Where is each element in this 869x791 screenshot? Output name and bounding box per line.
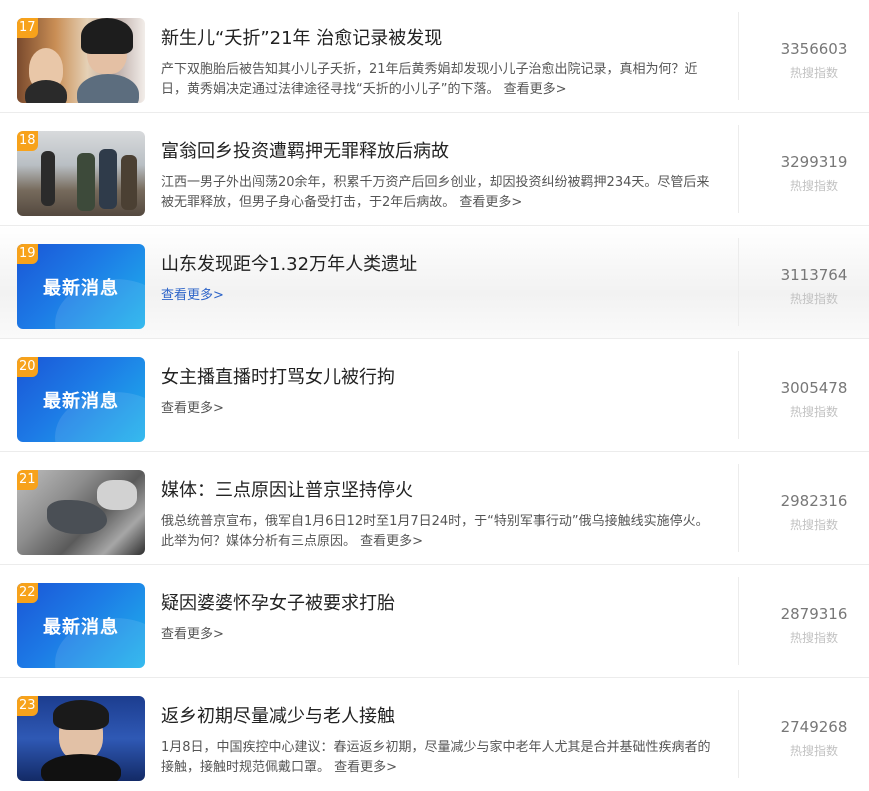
- item-title[interactable]: 返乡初期尽量减少与老人接触: [161, 702, 395, 728]
- rank-badge: 20: [17, 357, 38, 377]
- divider: [738, 238, 739, 326]
- list-item[interactable]: 23 返乡初期尽量减少与老人接触 1月8日，中国疾控中心建议：春运返乡初期，尽量…: [0, 678, 869, 791]
- divider: [738, 12, 739, 100]
- more-link[interactable]: 查看更多>: [161, 288, 224, 303]
- hot-score-label: 热搜指数: [789, 744, 838, 758]
- hot-score-label: 热搜指数: [789, 179, 838, 193]
- divider: [738, 690, 739, 778]
- hot-score: 3005478: [780, 379, 848, 397]
- thumbnail-text: 最新消息: [43, 278, 119, 299]
- list-item[interactable]: 最新消息 19 山东发现距今1.32万年人类遗址 查看更多> 3113764 热…: [0, 226, 869, 339]
- divider: [738, 577, 739, 665]
- item-description: 江西一男子外出闯荡20余年，积累千万资产后回乡创业，却因投资纠纷被羁押234天。…: [161, 173, 713, 213]
- hot-score: 2879316: [780, 605, 848, 623]
- divider: [738, 464, 739, 552]
- rank-badge: 18: [17, 131, 38, 151]
- hot-score: 3113764: [780, 266, 848, 284]
- thumbnail-text: 最新消息: [43, 391, 119, 412]
- news-thumbnail[interactable]: 17: [17, 18, 145, 103]
- hot-score-label: 热搜指数: [789, 66, 838, 80]
- list-item[interactable]: 17 新生儿“夭折”21年 治愈记录被发现 产下双胞胎后被告知其小儿子夭折，21…: [0, 0, 869, 113]
- item-description: 查看更多>: [161, 286, 713, 306]
- description-text: 俄总统普京宣布，俄军自1月6日12时至1月7日24时，于“特别军事行动”俄乌接触…: [161, 514, 709, 549]
- item-title[interactable]: 山东发现距今1.32万年人类遗址: [161, 250, 417, 276]
- rank-badge: 22: [17, 583, 38, 603]
- rank-badge: 19: [17, 244, 38, 264]
- list-item[interactable]: 最新消息 20 女主播直播时打骂女儿被行拘 查看更多> 3005478 热搜指数: [0, 339, 869, 452]
- hot-score: 3299319: [780, 153, 848, 171]
- item-title[interactable]: 新生儿“夭折”21年 治愈记录被发现: [161, 24, 442, 50]
- item-description: 查看更多>: [161, 399, 713, 419]
- news-thumbnail[interactable]: 21: [17, 470, 145, 555]
- hot-search-list: 17 新生儿“夭折”21年 治愈记录被发现 产下双胞胎后被告知其小儿子夭折，21…: [0, 0, 869, 791]
- news-thumbnail[interactable]: 23: [17, 696, 145, 781]
- more-link[interactable]: 查看更多>: [334, 760, 397, 775]
- divider: [738, 351, 739, 439]
- news-thumbnail[interactable]: 最新消息 20: [17, 357, 145, 442]
- hot-score-label: 热搜指数: [789, 292, 838, 306]
- item-title[interactable]: 富翁回乡投资遭羁押无罪释放后病故: [161, 137, 449, 163]
- item-description: 查看更多>: [161, 625, 713, 645]
- more-link[interactable]: 查看更多>: [504, 82, 567, 97]
- thumbnail-text: 最新消息: [43, 617, 119, 638]
- item-title[interactable]: 媒体：三点原因让普京坚持停火: [161, 476, 413, 502]
- more-link[interactable]: 查看更多>: [161, 401, 224, 416]
- news-thumbnail[interactable]: 18: [17, 131, 145, 216]
- item-title[interactable]: 疑因婆婆怀孕女子被要求打胎: [161, 589, 395, 615]
- rank-badge: 17: [17, 18, 38, 38]
- item-description: 1月8日，中国疾控中心建议：春运返乡初期，尽量减少与家中老年人尤其是合并基础性疾…: [161, 738, 713, 778]
- list-item[interactable]: 最新消息 22 疑因婆婆怀孕女子被要求打胎 查看更多> 2879316 热搜指数: [0, 565, 869, 678]
- rank-badge: 23: [17, 696, 38, 716]
- news-thumbnail[interactable]: 最新消息 22: [17, 583, 145, 668]
- more-link[interactable]: 查看更多>: [360, 534, 423, 549]
- item-description: 俄总统普京宣布，俄军自1月6日12时至1月7日24时，于“特别军事行动”俄乌接触…: [161, 512, 713, 552]
- description-text: 产下双胞胎后被告知其小儿子夭折，21年后黄秀娟却发现小儿子治愈出院记录，真相为何…: [161, 62, 698, 97]
- more-link[interactable]: 查看更多>: [161, 627, 224, 642]
- news-thumbnail[interactable]: 最新消息 19: [17, 244, 145, 329]
- hot-score: 2749268: [780, 718, 848, 736]
- item-description: 产下双胞胎后被告知其小儿子夭折，21年后黄秀娟却发现小儿子治愈出院记录，真相为何…: [161, 60, 713, 100]
- hot-score-label: 热搜指数: [789, 405, 838, 419]
- hot-score: 3356603: [780, 40, 848, 58]
- item-title[interactable]: 女主播直播时打骂女儿被行拘: [161, 363, 395, 389]
- divider: [738, 125, 739, 213]
- hot-score: 2982316: [780, 492, 848, 510]
- list-item[interactable]: 21 媒体：三点原因让普京坚持停火 俄总统普京宣布，俄军自1月6日12时至1月7…: [0, 452, 869, 565]
- description-text: 1月8日，中国疾控中心建议：春运返乡初期，尽量减少与家中老年人尤其是合并基础性疾…: [161, 740, 711, 775]
- hot-score-label: 热搜指数: [789, 631, 838, 645]
- more-link[interactable]: 查看更多>: [459, 195, 522, 210]
- list-item[interactable]: 18 富翁回乡投资遭羁押无罪释放后病故 江西一男子外出闯荡20余年，积累千万资产…: [0, 113, 869, 226]
- hot-score-label: 热搜指数: [789, 518, 838, 532]
- rank-badge: 21: [17, 470, 38, 490]
- description-text: 江西一男子外出闯荡20余年，积累千万资产后回乡创业，却因投资纠纷被羁押234天。…: [161, 175, 710, 210]
